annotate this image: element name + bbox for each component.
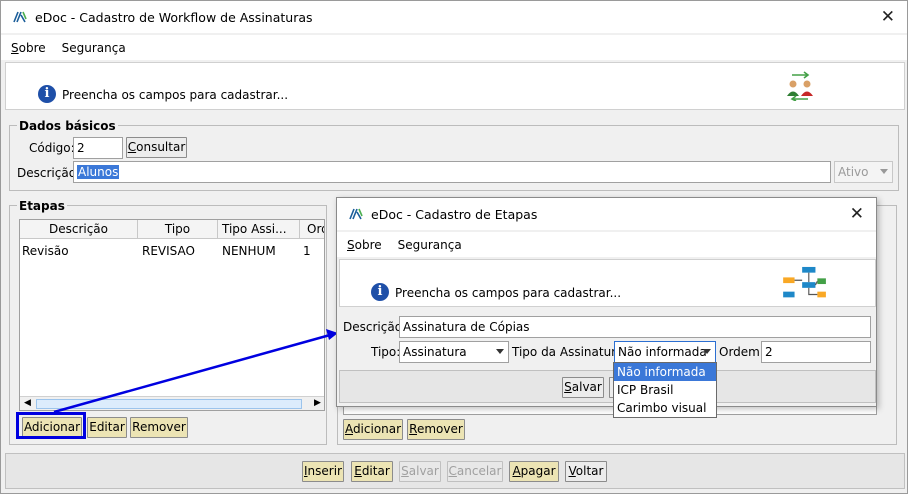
menu-seguranca[interactable]: Segurança [62, 41, 126, 55]
descricao-input[interactable]: Alunos [73, 161, 831, 183]
dialog-info-banner: i Preencha os campos para cadastrar... [339, 259, 876, 307]
etapas-editar-button[interactable]: Editar [87, 417, 127, 438]
column-header[interactable]: Ord [304, 220, 324, 239]
menu-sobre[interactable]: Sobre [347, 238, 382, 252]
dialog-descricao-label: Descrição: [343, 320, 407, 334]
scroll-right-icon[interactable]: ▶ [314, 398, 321, 408]
table-row[interactable]: Revisão REVISAO NENHUM 1 [20, 240, 324, 260]
dados-basicos-title: Dados básicos [17, 119, 118, 133]
ordem-input[interactable]: 2 [761, 341, 871, 363]
right-adicionar-button[interactable]: Adicionar [343, 419, 403, 440]
dialog-title: eDoc - Cadastro de Etapas [371, 206, 538, 222]
main-titlebar: eDoc - Cadastro de Workflow de Assinatur… [1, 1, 907, 33]
etapas-title: Etapas [17, 199, 67, 213]
workflow-steps-icon [783, 266, 826, 298]
descricao-label: Descrição: [17, 166, 81, 180]
dialog-info-text: Preencha os campos para cadastrar... [395, 286, 622, 300]
voltar-button[interactable]: Voltar [565, 461, 607, 482]
editar-button[interactable]: Editar [351, 461, 393, 482]
tipo-assinatura-value: Não informada [618, 345, 707, 359]
dialog-salvar-button[interactable]: Salvar [562, 377, 604, 398]
menu-sobre[interactable]: Sobre [11, 41, 46, 55]
salvar-button[interactable]: Salvar [399, 461, 441, 482]
cancelar-button[interactable]: Cancelar [447, 461, 503, 482]
tipo-assinatura-dropdown: Não informada ICP Brasil Carimbo visual [613, 362, 717, 418]
info-icon: i [371, 283, 389, 301]
cell-ordem: 1 [303, 244, 311, 258]
chevron-down-icon [880, 169, 888, 174]
close-icon[interactable]: ✕ [881, 8, 895, 26]
etapas-remover-button[interactable]: Remover [130, 417, 188, 438]
right-remover-button[interactable]: Remover [407, 419, 465, 440]
consultar-button[interactable]: Consultar [126, 137, 187, 158]
scrollbar-thumb[interactable] [36, 399, 302, 409]
cell-descricao: Revisão [22, 244, 69, 258]
etapas-table: Descrição Tipo Tipo Assi... Ord Revisão … [19, 219, 325, 411]
inserir-button[interactable]: Inserir [302, 461, 344, 482]
dropdown-option[interactable]: Carimbo visual [614, 399, 716, 417]
menu-seguranca[interactable]: Segurança [398, 238, 462, 252]
status-value: Ativo [838, 165, 869, 179]
column-header[interactable]: Descrição [20, 220, 138, 239]
ordem-label: Ordem: [719, 345, 764, 359]
dialog-titlebar: eDoc - Cadastro de Etapas ✕ [337, 198, 876, 230]
table-header: Descrição Tipo Tipo Assi... Ord [20, 220, 324, 239]
tipo-assinatura-label: Tipo da Assinatura: [512, 345, 628, 359]
chevron-down-icon [703, 349, 711, 354]
codigo-input[interactable]: 2 [73, 137, 123, 159]
main-menubar: Sobre Segurança [1, 35, 907, 60]
chevron-down-icon [496, 349, 504, 354]
workflow-users-icon [787, 71, 813, 101]
dialog-descricao-input[interactable]: Assinatura de Cópias [399, 316, 871, 338]
column-header[interactable]: Tipo Assi... [218, 220, 300, 239]
info-icon: i [38, 85, 56, 103]
codigo-label: Código: [29, 141, 75, 155]
tipo-select[interactable]: Assinatura [399, 341, 509, 363]
cell-tipo: REVISAO [142, 244, 195, 258]
tipo-label: Tipo: [371, 345, 401, 359]
dialog-menubar: Sobre Segurança [337, 232, 876, 257]
main-window-title: eDoc - Cadastro de Workflow de Assinatur… [35, 9, 313, 25]
tipo-value: Assinatura [403, 345, 467, 359]
status-select[interactable]: Ativo [834, 161, 893, 183]
apagar-button[interactable]: Apagar [509, 461, 559, 482]
descricao-value: Alunos [77, 165, 120, 179]
dropdown-option[interactable]: Não informada [614, 363, 716, 381]
app-logo-icon [349, 208, 363, 220]
column-header[interactable]: Tipo [138, 220, 218, 239]
info-text: Preencha os campos para cadastrar... [62, 88, 289, 102]
info-banner: i Preencha os campos para cadastrar... [5, 62, 905, 110]
dropdown-option[interactable]: ICP Brasil [614, 381, 716, 399]
highlight-box [16, 412, 86, 439]
app-logo-icon [13, 11, 27, 23]
close-icon[interactable]: ✕ [850, 205, 864, 223]
cell-tipo-assinatura: NENHUM [222, 244, 276, 258]
tipo-assinatura-select[interactable]: Não informada [614, 341, 716, 363]
dialog-window: eDoc - Cadastro de Etapas ✕ Sobre Segura… [336, 197, 877, 407]
scroll-left-icon[interactable]: ◀ [24, 398, 31, 408]
horizontal-scrollbar[interactable]: ◀ ▶ [20, 396, 324, 410]
dialog-button-bar [339, 370, 876, 403]
